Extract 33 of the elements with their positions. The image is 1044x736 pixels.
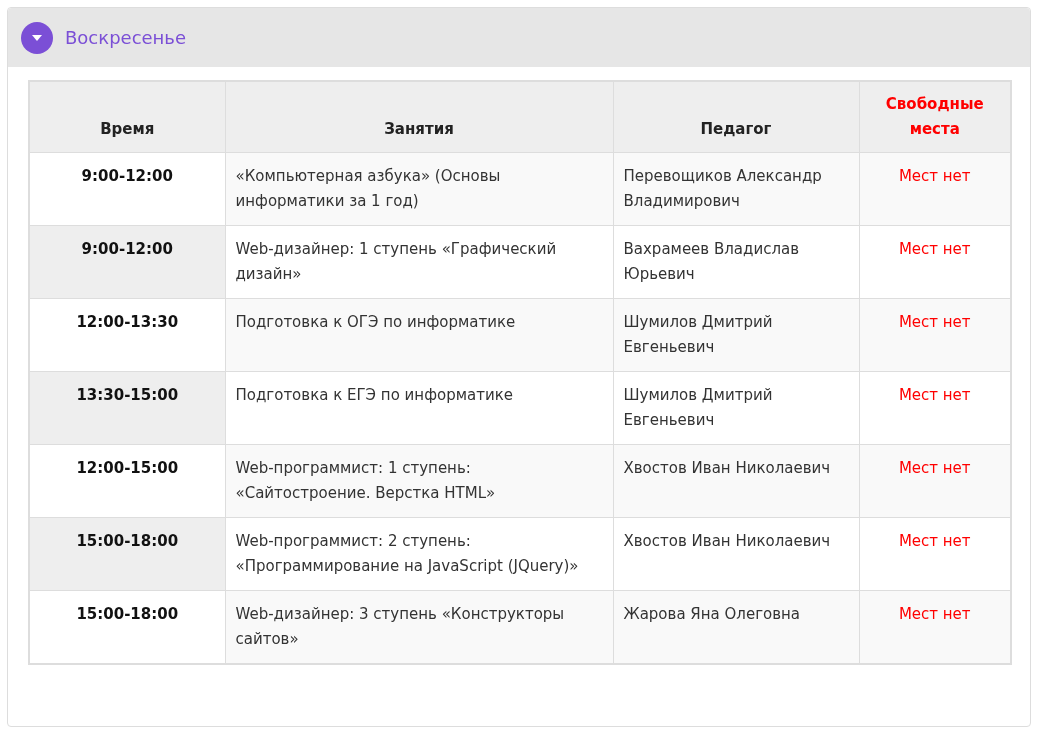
teacher-cell: Жарова Яна Олеговна	[613, 590, 859, 664]
teacher-cell: Шумилов Дмитрий Евгеньевич	[613, 298, 859, 371]
time-cell: 15:00-18:00	[29, 590, 225, 664]
time-cell: 15:00-18:00	[29, 517, 225, 590]
seats-cell: Мест нет	[859, 371, 1011, 444]
time-cell: 9:00-12:00	[29, 225, 225, 298]
seats-cell: Мест нет	[859, 298, 1011, 371]
column-header: Занятия	[225, 81, 613, 152]
course-cell: Web-дизайнер: 1 ступень «Графический дизайн»	[225, 225, 613, 298]
day-header[interactable]: Воскресенье	[8, 8, 1030, 67]
course-cell: Web-программист: 2 ступень: «Программирование на JavaScript (JQuery)»	[225, 517, 613, 590]
course-cell: Web-дизайнер: 3 ступень «Конструкторы сайтов»	[225, 590, 613, 664]
course-cell: Web-программист: 1 ступень: «Сайтостроение. Верстка HTML»	[225, 444, 613, 517]
column-header: Педагог	[613, 81, 859, 152]
time-cell: 13:30-15:00	[29, 371, 225, 444]
teacher-cell: Хвостов Иван Николаевич	[613, 517, 859, 590]
teacher-cell: Хвостов Иван Николаевич	[613, 444, 859, 517]
time-cell: 9:00-12:00	[29, 152, 225, 225]
course-cell: Подготовка к ЕГЭ по информатике	[225, 371, 613, 444]
seats-cell: Мест нет	[859, 517, 1011, 590]
teacher-cell: Вахрамеев Владислав Юрьевич	[613, 225, 859, 298]
column-header: Время	[29, 81, 225, 152]
seats-cell: Мест нет	[859, 590, 1011, 664]
teacher-cell: Шумилов Дмитрий Евгеньевич	[613, 371, 859, 444]
time-cell: 12:00-15:00	[29, 444, 225, 517]
time-cell: 12:00-13:30	[29, 298, 225, 371]
seats-cell: Мест нет	[859, 225, 1011, 298]
teacher-cell: Перевощиков Александр Владимирович	[613, 152, 859, 225]
caret-down-icon	[21, 21, 53, 54]
seats-cell: Мест нет	[859, 444, 1011, 517]
course-cell: Подготовка к ОГЭ по информатике	[225, 298, 613, 371]
course-cell: «Компьютерная азбука» (Основы информатики за 1 год)	[225, 152, 613, 225]
seats-cell: Мест нет	[859, 152, 1011, 225]
